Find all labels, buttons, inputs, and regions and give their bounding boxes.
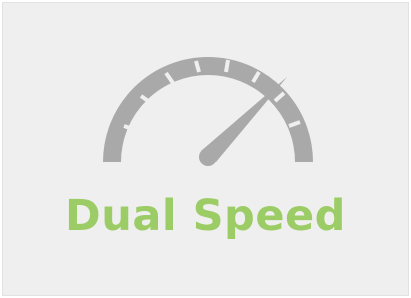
gauge-needle bbox=[201, 77, 287, 162]
gauge-hub bbox=[199, 148, 217, 166]
card-title: Dual Speed bbox=[65, 191, 346, 241]
speedometer-icon bbox=[103, 57, 313, 166]
